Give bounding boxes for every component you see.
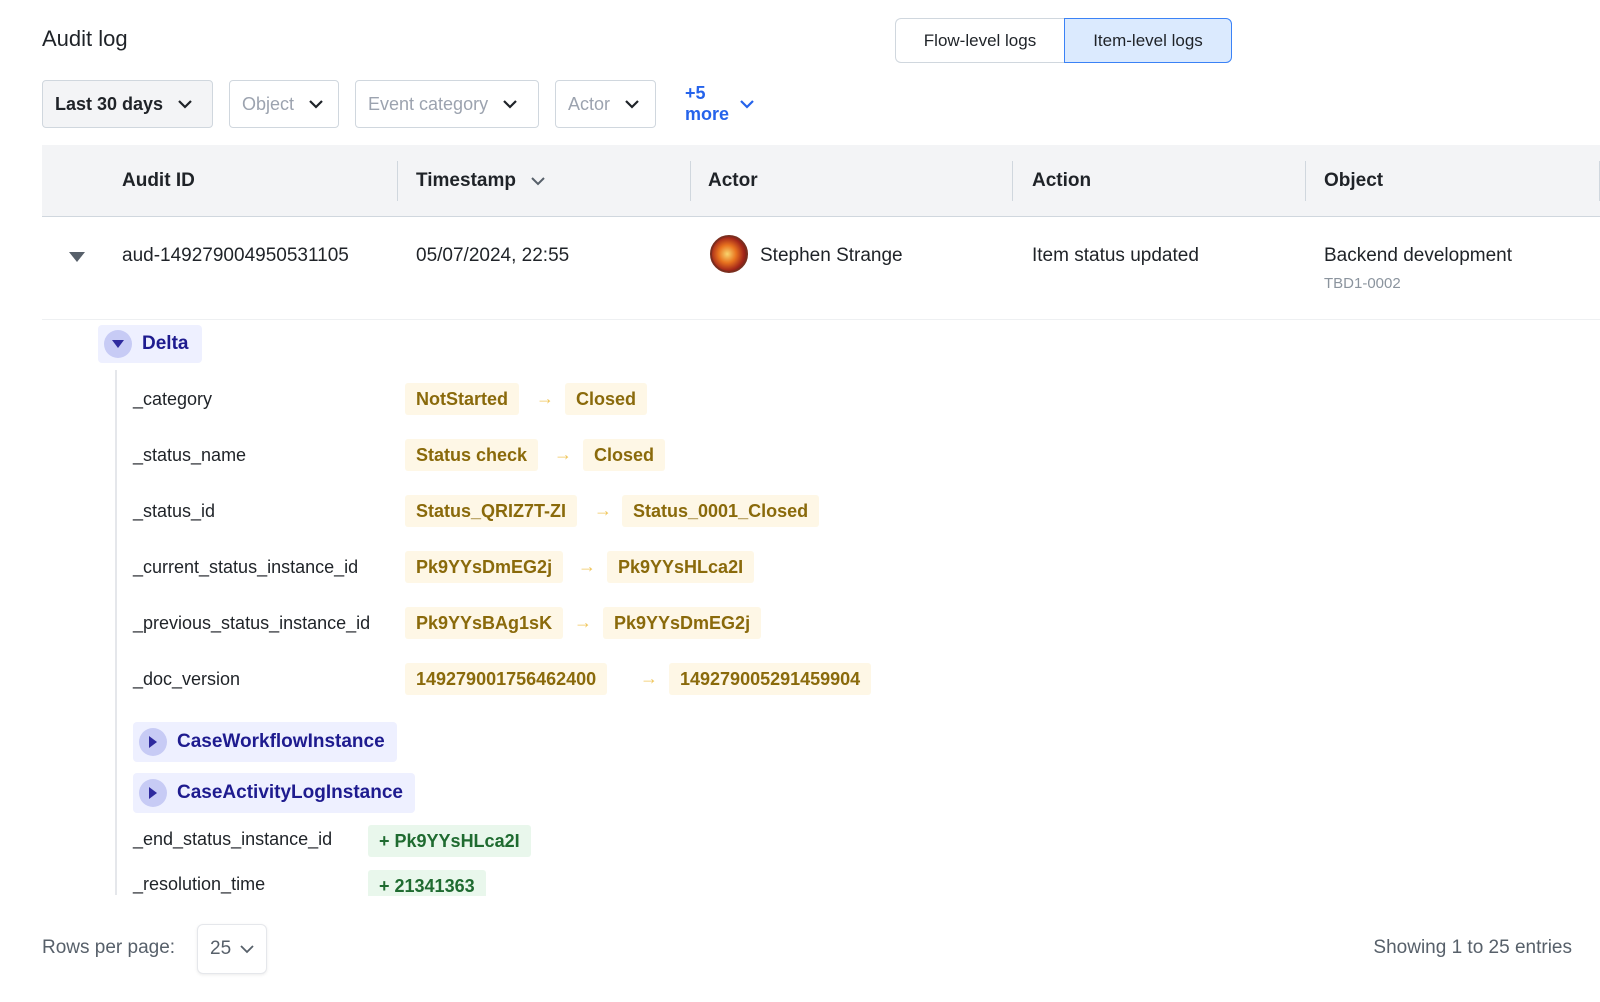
column-timestamp[interactable]: Timestamp bbox=[416, 145, 546, 217]
old-value-chip: NotStarted bbox=[405, 383, 520, 415]
new-value-chip: Pk9YYsHLca2I bbox=[607, 551, 755, 583]
more-filters-button[interactable]: +5 more bbox=[685, 80, 755, 128]
caret-down-icon bbox=[104, 330, 132, 358]
delta-key: _doc_version bbox=[133, 669, 241, 689]
delta-key: _previous_status_instance_id bbox=[133, 613, 371, 633]
delta-key: _status_id bbox=[133, 501, 216, 521]
column-divider bbox=[397, 161, 398, 201]
delta-key: _current_status_instance_id bbox=[133, 557, 359, 577]
column-action: Action bbox=[1032, 170, 1092, 191]
nested-toggle-caseworkflowinstance[interactable]: CaseWorkflowInstance bbox=[133, 722, 397, 762]
added-key: _end_status_instance_id bbox=[133, 829, 333, 849]
column-actor: Actor bbox=[708, 170, 758, 191]
new-value-chip: Closed bbox=[583, 439, 666, 471]
log-level-toggle: Flow-level logs Item-level logs bbox=[895, 18, 1232, 63]
chevron-down-icon bbox=[239, 944, 255, 954]
event-category-filter[interactable]: Event category bbox=[355, 80, 539, 128]
entries-summary: Showing 1 to 25 entries bbox=[1373, 937, 1572, 958]
column-timestamp-label: Timestamp bbox=[416, 170, 516, 191]
actor-filter-label: Actor bbox=[568, 93, 611, 114]
added-value-chip: + Pk9YYsHLca2I bbox=[368, 825, 531, 857]
delta-key: _status_name bbox=[133, 445, 247, 465]
chevron-down-icon bbox=[739, 99, 755, 109]
event-category-label: Event category bbox=[368, 93, 489, 114]
object-id: TBD1-0002 bbox=[1324, 275, 1401, 292]
date-range-filter[interactable]: Last 30 days bbox=[42, 80, 213, 128]
old-value-chip: Pk9YYsBAg1sK bbox=[405, 607, 564, 639]
rows-per-page-value: 25 bbox=[210, 938, 232, 959]
arrow-right-icon: → bbox=[536, 388, 554, 408]
caret-right-icon bbox=[139, 779, 167, 807]
avatar bbox=[710, 235, 748, 273]
object-filter[interactable]: Object bbox=[229, 80, 339, 128]
table-header: Audit ID Timestamp Actor Action Object bbox=[42, 145, 1600, 217]
added-key: _resolution_time bbox=[133, 874, 266, 894]
date-range-label: Last 30 days bbox=[55, 93, 164, 114]
nested-label: CaseActivityLogInstance bbox=[177, 782, 403, 803]
actor-name: Stephen Strange bbox=[760, 245, 903, 266]
more-filters-label: +5 more bbox=[685, 83, 730, 124]
old-value-chip: Status check bbox=[405, 439, 539, 471]
flow-level-logs-tab[interactable]: Flow-level logs bbox=[895, 18, 1064, 63]
arrow-right-icon: → bbox=[594, 500, 612, 520]
delta-tree-line bbox=[115, 370, 117, 895]
action-cell: Item status updated bbox=[1032, 245, 1199, 266]
actor-filter[interactable]: Actor bbox=[555, 80, 656, 128]
page-title: Audit log bbox=[42, 26, 128, 51]
column-divider bbox=[690, 161, 691, 201]
caret-right-icon bbox=[139, 728, 167, 756]
arrow-right-icon: → bbox=[554, 444, 572, 464]
new-value-chip: 149279005291459904 bbox=[669, 663, 872, 695]
chevron-down-icon bbox=[177, 99, 193, 109]
column-object: Object bbox=[1324, 170, 1384, 191]
column-divider bbox=[1305, 161, 1306, 201]
table-row[interactable]: aud-149279004950531105 05/07/2024, 22:55… bbox=[42, 217, 1600, 320]
chevron-down-icon bbox=[502, 99, 518, 109]
column-audit-id: Audit ID bbox=[122, 170, 195, 191]
item-level-logs-tab[interactable]: Item-level logs bbox=[1064, 18, 1232, 63]
collapse-row-icon[interactable] bbox=[68, 250, 86, 268]
object-name[interactable]: Backend development bbox=[1324, 245, 1512, 267]
sort-desc-icon[interactable] bbox=[530, 176, 546, 186]
object-filter-label: Object bbox=[242, 93, 295, 114]
chevron-down-icon bbox=[308, 99, 324, 109]
nested-label: CaseWorkflowInstance bbox=[177, 731, 385, 752]
delta-key: _category bbox=[133, 389, 213, 409]
rows-per-page-select[interactable]: 25 bbox=[197, 924, 267, 974]
old-value-chip: 149279001756462400 bbox=[405, 663, 608, 695]
chevron-down-icon bbox=[624, 99, 640, 109]
old-value-chip: Status_QRIZ7T-ZI bbox=[405, 495, 578, 527]
new-value-chip: Closed bbox=[565, 383, 648, 415]
old-value-chip: Pk9YYsDmEG2j bbox=[405, 551, 564, 583]
arrow-right-icon: → bbox=[574, 612, 592, 632]
delta-label: Delta bbox=[142, 333, 189, 354]
timestamp-cell: 05/07/2024, 22:55 bbox=[416, 245, 570, 266]
audit-id-cell: aud-149279004950531105 bbox=[122, 245, 349, 266]
new-value-chip: Pk9YYsDmEG2j bbox=[603, 607, 762, 639]
rows-per-page-label: Rows per page: bbox=[42, 937, 176, 958]
arrow-right-icon: → bbox=[578, 556, 596, 576]
column-divider bbox=[1012, 161, 1013, 201]
new-value-chip: Status_0001_Closed bbox=[622, 495, 820, 527]
nested-toggle-caseactivityloginstance[interactable]: CaseActivityLogInstance bbox=[133, 773, 415, 813]
delta-toggle[interactable]: Delta bbox=[98, 325, 202, 363]
arrow-right-icon: → bbox=[640, 668, 658, 688]
